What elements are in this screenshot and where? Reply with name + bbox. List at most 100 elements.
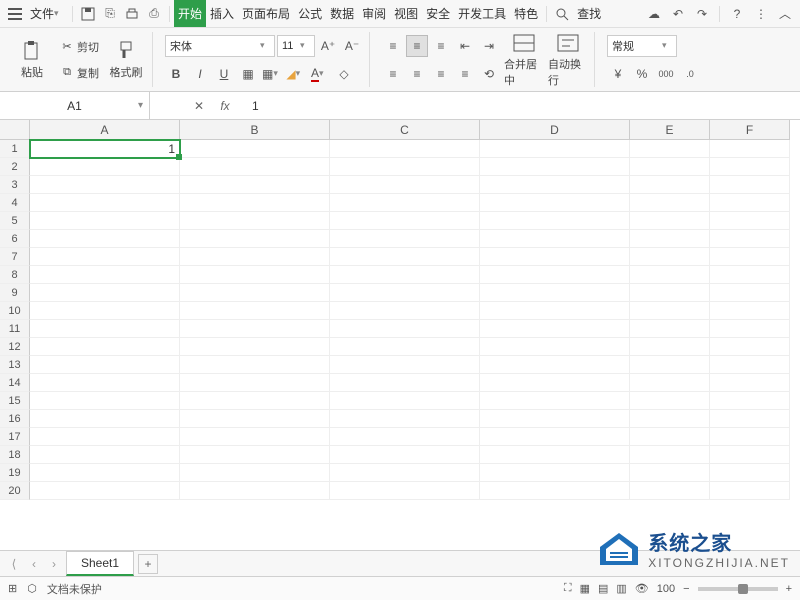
row-header[interactable]: 5 xyxy=(0,212,30,230)
add-sheet-button[interactable]: + xyxy=(138,554,158,574)
underline-button[interactable]: U xyxy=(213,63,235,85)
cell[interactable] xyxy=(480,302,630,320)
cell[interactable] xyxy=(180,392,330,410)
save-as-icon[interactable]: ⎘ xyxy=(99,3,121,25)
cell[interactable] xyxy=(180,158,330,176)
cut-button[interactable]: ✂剪切 xyxy=(56,36,102,58)
cell[interactable] xyxy=(710,374,790,392)
help-icon[interactable]: ? xyxy=(726,3,748,25)
cell[interactable] xyxy=(480,428,630,446)
sheet-nav-first-icon[interactable]: ⟨ xyxy=(6,557,22,571)
cell[interactable] xyxy=(180,194,330,212)
orientation-icon[interactable]: ⟲ xyxy=(478,63,500,85)
cell[interactable] xyxy=(480,266,630,284)
cell[interactable] xyxy=(180,140,330,158)
cell[interactable] xyxy=(330,392,480,410)
search-button[interactable]: 查找 xyxy=(573,0,605,27)
merge-center-button[interactable]: 合并居中 xyxy=(504,32,544,88)
bold-button[interactable]: B xyxy=(165,63,187,85)
cell[interactable] xyxy=(710,338,790,356)
clear-format-button[interactable]: ◇ xyxy=(333,63,355,85)
cell[interactable] xyxy=(330,194,480,212)
hamburger-icon[interactable] xyxy=(4,3,26,25)
row-header[interactable]: 15 xyxy=(0,392,30,410)
cell[interactable] xyxy=(30,302,180,320)
tab-security[interactable]: 安全 xyxy=(422,0,454,27)
tab-insert[interactable]: 插入 xyxy=(206,0,238,27)
cell[interactable] xyxy=(630,410,710,428)
cell[interactable] xyxy=(630,428,710,446)
cell[interactable] xyxy=(180,446,330,464)
cell[interactable] xyxy=(330,482,480,500)
align-middle-icon[interactable]: ≡ xyxy=(406,35,428,57)
column-header[interactable]: C xyxy=(330,120,480,140)
fx-icon[interactable]: fx xyxy=(216,99,234,113)
undo-icon[interactable]: ↶ xyxy=(667,3,689,25)
collapse-ribbon-icon[interactable]: ︿ xyxy=(774,3,796,25)
cell[interactable] xyxy=(710,248,790,266)
cell[interactable] xyxy=(330,230,480,248)
cell[interactable] xyxy=(710,212,790,230)
copy-button[interactable]: ⧉复制 xyxy=(56,62,102,84)
redo-icon[interactable]: ↷ xyxy=(691,3,713,25)
align-justify-icon[interactable]: ≡ xyxy=(454,63,476,85)
print-icon[interactable] xyxy=(121,3,143,25)
cell[interactable] xyxy=(480,374,630,392)
select-all-corner[interactable] xyxy=(0,120,30,140)
cell[interactable] xyxy=(180,428,330,446)
cell[interactable] xyxy=(480,284,630,302)
align-center-icon[interactable]: ≡ xyxy=(406,63,428,85)
cell[interactable] xyxy=(480,248,630,266)
cell[interactable] xyxy=(30,212,180,230)
cell[interactable] xyxy=(330,266,480,284)
cell[interactable] xyxy=(30,338,180,356)
save-icon[interactable] xyxy=(77,3,99,25)
align-right-icon[interactable]: ≡ xyxy=(430,63,452,85)
cell[interactable] xyxy=(330,158,480,176)
cell[interactable] xyxy=(330,374,480,392)
percent-icon[interactable]: % xyxy=(631,63,653,85)
cell[interactable] xyxy=(180,302,330,320)
cell[interactable] xyxy=(480,176,630,194)
cell[interactable] xyxy=(30,266,180,284)
border-more-button[interactable]: ▦▾ xyxy=(261,63,283,85)
zoom-value[interactable]: 100 xyxy=(657,583,675,595)
cell[interactable] xyxy=(30,482,180,500)
more-icon[interactable]: ⋮ xyxy=(750,3,772,25)
cell[interactable] xyxy=(630,284,710,302)
number-format-select[interactable]: 常规▾ xyxy=(607,35,677,57)
font-color-button[interactable]: A▾ xyxy=(309,63,331,85)
cell[interactable] xyxy=(330,428,480,446)
column-header[interactable]: B xyxy=(180,120,330,140)
row-header[interactable]: 4 xyxy=(0,194,30,212)
cancel-formula-icon[interactable]: ✕ xyxy=(190,99,208,113)
sheet-nav-prev-icon[interactable]: ‹ xyxy=(26,557,42,571)
row-header[interactable]: 9 xyxy=(0,284,30,302)
print-preview-icon[interactable]: ⎙ xyxy=(143,3,165,25)
cell[interactable] xyxy=(180,176,330,194)
cell[interactable] xyxy=(710,176,790,194)
row-header[interactable]: 16 xyxy=(0,410,30,428)
cell[interactable] xyxy=(630,374,710,392)
align-left-icon[interactable]: ≡ xyxy=(382,63,404,85)
row-header[interactable]: 13 xyxy=(0,356,30,374)
row-header[interactable]: 3 xyxy=(0,176,30,194)
cell[interactable] xyxy=(630,266,710,284)
zoom-in-icon[interactable]: + xyxy=(786,583,792,595)
sync-icon[interactable]: ☁ xyxy=(643,3,665,25)
cell[interactable] xyxy=(710,158,790,176)
cell[interactable] xyxy=(630,194,710,212)
cell[interactable] xyxy=(630,140,710,158)
italic-button[interactable]: I xyxy=(189,63,211,85)
cell[interactable] xyxy=(30,230,180,248)
cell[interactable] xyxy=(630,338,710,356)
tab-home[interactable]: 开始 xyxy=(174,0,206,27)
decrease-decimal-icon[interactable]: .0 xyxy=(679,63,701,85)
cell[interactable] xyxy=(630,158,710,176)
row-header[interactable]: 8 xyxy=(0,266,30,284)
cell[interactable] xyxy=(330,302,480,320)
sheet-tab[interactable]: Sheet1 xyxy=(66,551,134,576)
column-header[interactable]: F xyxy=(710,120,790,140)
read-mode-icon[interactable]: 👁 xyxy=(635,582,649,595)
cell[interactable] xyxy=(330,248,480,266)
